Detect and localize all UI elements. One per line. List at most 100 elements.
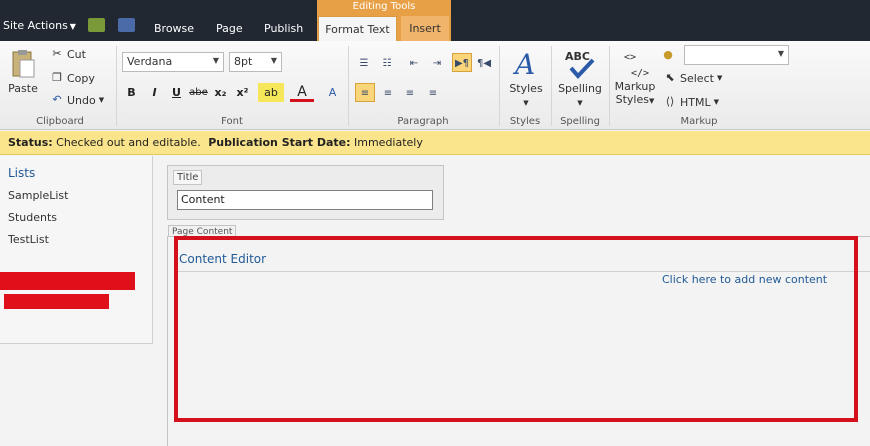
svg-text:</>: </> <box>631 68 649 78</box>
styles-label: Styles <box>509 82 543 95</box>
chevron-down-icon: ▼ <box>69 22 76 31</box>
italic-button[interactable]: I <box>145 83 164 102</box>
highlight-color-button[interactable]: ab <box>258 83 284 102</box>
cut-button[interactable]: ✂ Cut <box>50 47 86 61</box>
copy-button[interactable]: ❐ Copy <box>50 71 95 85</box>
site-actions-label: Site Actions <box>3 19 68 32</box>
increase-indent-icon[interactable]: ⇥ <box>427 53 447 72</box>
rtl-direction-icon[interactable]: ¶◀ <box>474 53 494 72</box>
chevron-down-icon: ▼ <box>777 49 784 58</box>
site-actions-menu[interactable]: Site Actions ▼ <box>3 19 76 32</box>
strikethrough-button[interactable]: abe <box>189 83 208 102</box>
group-divider <box>609 46 610 126</box>
styles-group-label: Styles <box>509 116 541 127</box>
editing-tools-label: Editing Tools <box>352 1 416 12</box>
tab-format-text[interactable]: Format Text <box>318 16 397 41</box>
chevron-down-icon: ▼ <box>523 99 529 107</box>
tab-publish[interactable]: Publish <box>264 22 303 35</box>
justify-icon[interactable]: ≡ <box>423 83 443 102</box>
select-button[interactable]: ⬉ Select ▼ <box>663 71 722 85</box>
copy-label: Copy <box>67 71 95 85</box>
group-divider <box>116 46 117 126</box>
markup-styles-button[interactable]: <> </> Markup Styles▼ <box>612 48 658 106</box>
title-input[interactable]: Content <box>177 190 433 210</box>
svg-text:<>: <> <box>624 52 636 63</box>
font-group-label: Font <box>221 116 243 127</box>
nav-item-testlist[interactable]: TestList <box>8 233 49 246</box>
clear-format-icon[interactable]: A <box>323 83 342 102</box>
status-bar: Status: Checked out and editable. Public… <box>0 131 870 155</box>
spelling-button[interactable]: ABC Spelling ▼ <box>556 48 604 108</box>
svg-text:A: A <box>512 48 535 80</box>
edit-page-icon[interactable] <box>118 18 135 32</box>
publication-date-label: Publication Start Date: <box>208 136 351 149</box>
undo-icon: ↶ <box>52 93 62 106</box>
html-label: HTML <box>680 95 711 109</box>
chevron-down-icon: ▼ <box>716 74 723 82</box>
bold-button[interactable]: B <box>122 83 141 102</box>
underline-button[interactable]: U <box>167 83 186 102</box>
align-center-icon[interactable]: ≡ <box>378 83 398 102</box>
chevron-down-icon: ▼ <box>713 98 720 106</box>
font-family-select[interactable]: Verdana ▼ <box>122 52 224 72</box>
align-left-icon[interactable]: ≡ <box>355 83 375 102</box>
abc-icon-text: ABC <box>565 50 590 63</box>
spell-check-icon: ABC <box>565 50 595 79</box>
redaction-mark <box>0 272 135 290</box>
tab-insert[interactable]: Insert <box>401 16 449 41</box>
font-color-button[interactable]: A <box>290 83 314 102</box>
group-divider <box>348 46 349 126</box>
html-button[interactable]: ⟨⟩ HTML ▼ <box>663 95 719 109</box>
nav-item-students[interactable]: Students <box>8 211 57 224</box>
paste-button[interactable]: Paste <box>6 48 40 95</box>
spelling-group-label: Spelling <box>560 116 600 127</box>
markup-styles-label: Styles <box>615 93 649 106</box>
font-size-value: 8pt <box>234 55 253 68</box>
font-family-value: Verdana <box>127 55 173 68</box>
subscript-button[interactable]: x₂ <box>211 83 230 102</box>
nav-heading-lists[interactable]: Lists <box>8 166 35 180</box>
html-icon: ⟨⟩ <box>665 95 675 108</box>
decrease-indent-icon[interactable]: ⇤ <box>404 53 424 72</box>
navigate-up-icon[interactable] <box>88 18 105 32</box>
markup-label: Markup <box>614 80 656 93</box>
tab-browse[interactable]: Browse <box>154 22 194 35</box>
spelling-label: Spelling <box>558 82 602 95</box>
status-value: Checked out and editable. <box>56 136 201 149</box>
chevron-down-icon: ▼ <box>270 56 277 65</box>
markup-group-label: Markup <box>680 116 718 127</box>
cursor-icon: ⬉ <box>665 71 675 84</box>
copy-icon: ❐ <box>52 71 62 84</box>
ltr-direction-icon[interactable]: ▶¶ <box>452 53 472 72</box>
numbered-list-icon[interactable]: ☷ <box>377 53 397 72</box>
font-size-select[interactable]: 8pt ▼ <box>229 52 282 72</box>
language-icon[interactable]: ● <box>661 48 675 62</box>
globe-icon: ● <box>663 48 673 61</box>
paste-icon <box>12 50 35 78</box>
status-label: Status: <box>8 136 53 149</box>
tab-page[interactable]: Page <box>216 22 243 35</box>
nav-item-samplelist[interactable]: SampleList <box>8 189 68 202</box>
bulleted-list-icon[interactable]: ☰ <box>354 53 374 72</box>
quick-launch <box>0 156 153 344</box>
markup-icon: <> </> <box>624 52 649 78</box>
undo-label: Undo <box>67 93 96 107</box>
scissors-icon: ✂ <box>52 47 62 60</box>
paragraph-group-label: Paragraph <box>397 116 449 127</box>
title-field-label: Title <box>173 170 203 185</box>
cut-label: Cut <box>67 47 86 61</box>
chevron-down-icon: ▼ <box>98 96 105 104</box>
styles-button[interactable]: A Styles ▼ <box>505 48 547 108</box>
superscript-button[interactable]: x² <box>233 83 252 102</box>
paste-label: Paste <box>8 82 38 95</box>
align-right-icon[interactable]: ≡ <box>400 83 420 102</box>
markup-style-select[interactable]: ▼ <box>684 45 789 65</box>
group-divider <box>499 46 500 126</box>
group-divider <box>551 46 552 126</box>
publication-date-value: Immediately <box>354 136 423 149</box>
chevron-down-icon: ▼ <box>648 97 655 105</box>
styles-icon: A <box>512 48 535 80</box>
highlight-annotation-frame <box>174 236 858 422</box>
undo-button[interactable]: ↶ Undo ▼ <box>50 93 104 107</box>
chevron-down-icon: ▼ <box>577 99 583 107</box>
